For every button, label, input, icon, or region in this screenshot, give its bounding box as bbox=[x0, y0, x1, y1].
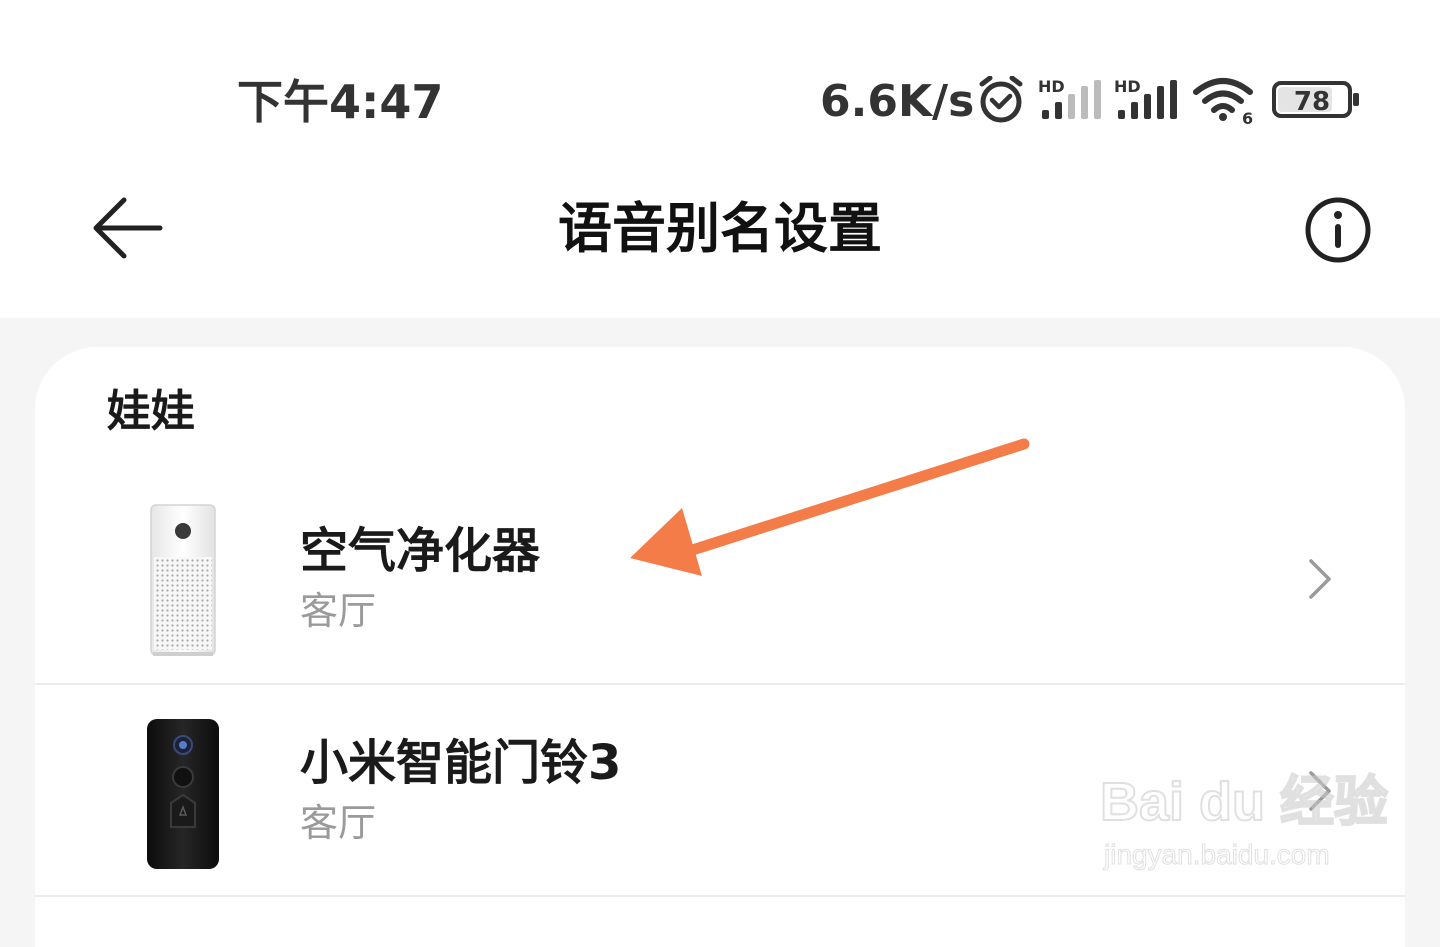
chevron-right-icon bbox=[1309, 771, 1331, 811]
device-room: 客厅 bbox=[300, 589, 377, 633]
signal-hd-label: HD bbox=[1038, 77, 1065, 96]
device-row-doorbell[interactable]: 小米智能门铃3 客厅 bbox=[35, 685, 1405, 897]
back-button[interactable] bbox=[90, 194, 166, 262]
device-name: 小米智能门铃3 bbox=[300, 735, 622, 791]
info-icon bbox=[1305, 197, 1371, 263]
device-row-air-purifier[interactable]: 空气净化器 客厅 bbox=[35, 473, 1405, 685]
page-title: 语音别名设置 bbox=[558, 197, 882, 260]
alarm-icon bbox=[979, 76, 1023, 123]
device-name: 空气净化器 bbox=[300, 523, 541, 579]
hd-signal-icon-2: HD bbox=[1114, 77, 1177, 119]
status-time: 下午4:47 bbox=[237, 75, 444, 129]
battery-level: 78 bbox=[1294, 87, 1330, 117]
doorbell-image bbox=[147, 719, 219, 869]
network-speed: 6.6K/s bbox=[820, 76, 975, 127]
wifi-label: 6 bbox=[1242, 109, 1253, 126]
signal-hd-label-2: HD bbox=[1114, 77, 1141, 96]
group-name: 娃娃 bbox=[107, 386, 195, 437]
back-arrow-icon bbox=[93, 197, 163, 259]
device-room: 客厅 bbox=[300, 801, 377, 845]
top-area: 下午4:47 6.6K/s HD HD 6 78 语音别名设置 bbox=[0, 0, 1440, 318]
battery-icon: 78 bbox=[1272, 81, 1359, 118]
device-group-card: 娃娃 空气净化器 客厅 小米智能门铃3 客厅 bbox=[35, 347, 1405, 947]
wifi-icon: 6 bbox=[1193, 78, 1253, 126]
info-button[interactable] bbox=[1302, 194, 1374, 266]
air-purifier-image bbox=[150, 504, 216, 656]
hd-signal-icon: HD bbox=[1038, 77, 1101, 119]
chevron-right-icon bbox=[1309, 559, 1331, 599]
